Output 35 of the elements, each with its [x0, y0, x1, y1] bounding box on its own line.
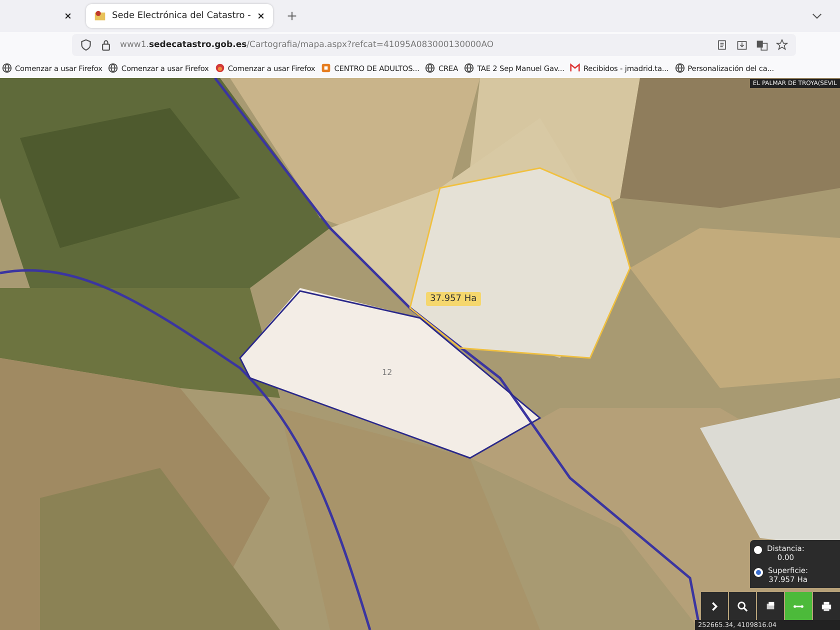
square-logo-icon — [321, 63, 332, 73]
mail-icon — [570, 63, 580, 73]
globe-icon — [674, 63, 685, 73]
radio-button[interactable] — [754, 546, 762, 554]
search-button[interactable] — [729, 592, 756, 620]
parcel-number: 12 — [382, 368, 392, 377]
chevron-right-icon — [709, 600, 720, 612]
tab-title: Sede Electrónica del Catastro - — [112, 11, 251, 21]
layers-icon — [765, 600, 776, 612]
globe-icon — [464, 63, 474, 73]
globe-icon — [2, 63, 12, 73]
close-icon[interactable] — [64, 12, 72, 20]
chevron-down-icon[interactable] — [812, 12, 822, 20]
translate-icon[interactable] — [756, 39, 768, 51]
printer-icon — [821, 600, 832, 612]
reader-view-icon[interactable] — [716, 39, 728, 51]
area-label: 37.957 Ha — [426, 292, 481, 306]
close-icon[interactable] — [256, 12, 265, 20]
globe-icon — [108, 63, 118, 73]
globe-icon — [425, 63, 436, 73]
favicon-icon — [94, 10, 106, 22]
star-icon[interactable] — [776, 39, 788, 51]
new-tab-icon[interactable] — [286, 11, 297, 21]
browser-logo-icon — [214, 63, 225, 73]
radio-button[interactable] — [754, 568, 763, 577]
shield-icon[interactable] — [80, 39, 92, 51]
browser-tab[interactable]: Sede Electrónica del Catastro - — [86, 4, 273, 28]
layers-button[interactable] — [757, 592, 784, 620]
download-icon[interactable] — [736, 39, 748, 51]
lock-icon[interactable] — [100, 39, 112, 51]
search-icon — [737, 600, 748, 612]
print-button[interactable] — [813, 592, 840, 620]
address-bar[interactable]: www1.sedecatastro.gob.es/Cartografia/mapa.aspx?refcat=41095A083000130000AO — [72, 34, 796, 56]
url-text: www1.sedecatastro.gob.es/Cartografia/mapa.aspx?refcat=41095A083000130000AO — [120, 40, 494, 50]
chevron-button[interactable] — [701, 592, 728, 620]
